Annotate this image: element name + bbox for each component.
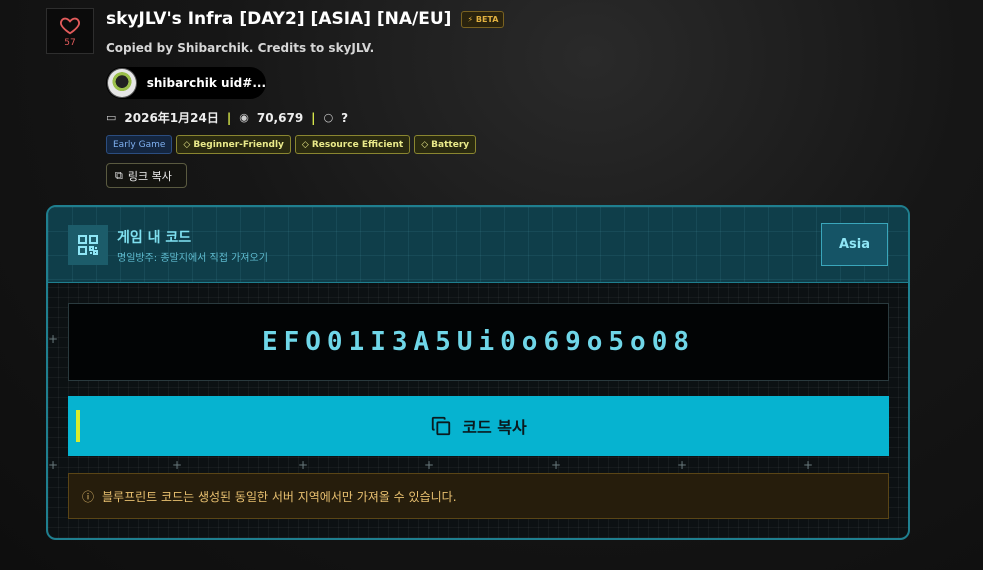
tag-label: Resource Efficient bbox=[311, 139, 404, 150]
grid-marker: + bbox=[424, 458, 435, 472]
tag-early-game[interactable]: Early Game bbox=[106, 135, 173, 154]
tag-list: Early Game ◇ Beginner-Friendly ◇ Resource … bbox=[106, 135, 477, 154]
panel-subtitle: 명일방주: 종말지에서 직접 가져오기 bbox=[117, 253, 268, 264]
comment-count: ? bbox=[341, 110, 349, 125]
info-icon: ⓘ bbox=[82, 489, 95, 504]
grid-marker: + bbox=[48, 458, 59, 472]
eye-icon: ◉ bbox=[239, 111, 249, 124]
grid-marker: + bbox=[48, 332, 59, 346]
comment-icon: ○ bbox=[323, 111, 334, 124]
author-chip[interactable]: shibarchik uid#... bbox=[106, 67, 266, 99]
notice-text: 블루프린트 코드는 생성된 동일한 서버 지역에서만 가져올 수 있습니다. bbox=[102, 489, 457, 504]
notice-banner: ⓘ 블루프린트 코드는 생성된 동일한 서버 지역에서만 가져올 수 있습니다. bbox=[68, 473, 889, 519]
tag-beginner-friendly[interactable]: ◇ Beginner-Friendly bbox=[176, 135, 291, 154]
tag-label: Early Game bbox=[113, 139, 166, 150]
divider: | bbox=[311, 110, 316, 125]
avatar bbox=[107, 68, 137, 98]
tag-battery[interactable]: ◇ Battery bbox=[414, 135, 477, 154]
copy-icon: ⧉ bbox=[115, 168, 123, 182]
page-title: skyJLV's Infra [DAY2] [ASIA] [NA/EU] bbox=[106, 9, 452, 29]
beta-label: BETA bbox=[475, 14, 499, 24]
tag-icon: ◇ bbox=[183, 139, 191, 150]
grid-marker: + bbox=[677, 458, 688, 472]
grid-marker: + bbox=[551, 458, 562, 472]
calendar-icon: ▭ bbox=[106, 111, 117, 124]
heart-icon bbox=[60, 17, 80, 35]
region-badge[interactable]: Asia bbox=[821, 223, 888, 266]
copy-link-label: 링크 복사 bbox=[127, 169, 172, 183]
like-button[interactable]: 57 bbox=[46, 8, 94, 54]
tag-resource-efficient[interactable]: ◇ Resource Efficient bbox=[294, 135, 411, 154]
panel-header: 게임 내 코드 명일방주: 종말지에서 직접 가져오기 Asia bbox=[48, 207, 908, 283]
meta-row: ▭ 2026年1月24日 | ◉ 70,679 | ○ ? bbox=[106, 109, 348, 126]
grid-marker: + bbox=[803, 458, 814, 472]
grid-marker: + bbox=[172, 458, 183, 472]
tag-label: Battery bbox=[431, 139, 470, 150]
panel-title: 게임 내 코드 bbox=[117, 230, 192, 246]
tag-label: Beginner-Friendly bbox=[193, 139, 284, 150]
code-display[interactable]: EFO01I3A5Ui0o69o5o08 bbox=[68, 303, 889, 381]
author-name: shibarchik uid#... bbox=[146, 76, 266, 90]
copy-link-button[interactable]: ⧉ 링크 복사 bbox=[106, 163, 187, 188]
copy-code-label: 코드 복사 bbox=[462, 418, 527, 437]
page-subtitle: Copied by Shibarchik. Credits to skyJLV. bbox=[106, 41, 375, 55]
copy-code-button[interactable]: 코드 복사 bbox=[68, 396, 889, 456]
tag-icon: ◇ bbox=[301, 139, 309, 150]
post-date: 2026年1月24日 bbox=[124, 111, 219, 125]
tag-icon: ◇ bbox=[421, 139, 429, 150]
qr-code-icon bbox=[68, 225, 108, 265]
like-count: 57 bbox=[64, 38, 76, 48]
title-row: skyJLV's Infra [DAY2] [ASIA] [NA/EU] ⚡ B… bbox=[106, 9, 505, 29]
view-count: 70,679 bbox=[256, 110, 304, 125]
accent-bar bbox=[76, 410, 80, 442]
grid-marker: + bbox=[298, 458, 309, 472]
blueprint-code: EFO01I3A5Ui0o69o5o08 bbox=[261, 327, 696, 357]
copy-icon bbox=[432, 416, 451, 436]
beta-badge: ⚡ BETA bbox=[461, 10, 505, 28]
divider: | bbox=[226, 110, 232, 125]
game-code-panel: 게임 내 코드 명일방주: 종말지에서 직접 가져오기 Asia + + + +… bbox=[46, 205, 910, 540]
